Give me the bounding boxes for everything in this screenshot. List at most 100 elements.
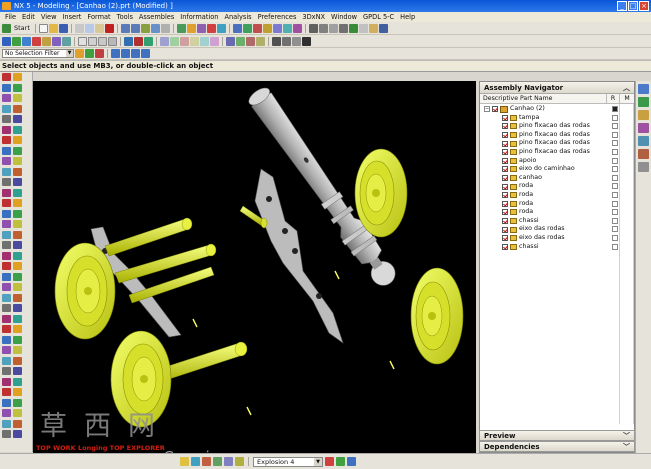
chevron-down-icon[interactable]: ﹀ (623, 442, 630, 452)
curve-tool-icon[interactable] (2, 367, 11, 375)
pocket-icon[interactable] (52, 36, 61, 46)
curve-tool-icon[interactable] (2, 125, 11, 134)
edit-feature-icon[interactable] (272, 36, 281, 46)
curve-tool-icon[interactable] (13, 220, 22, 228)
shell-icon[interactable] (180, 36, 189, 46)
visibility-checkbox[interactable] (502, 157, 508, 164)
curve-tool-icon[interactable] (13, 388, 22, 396)
tree-part-row[interactable]: roda (480, 182, 634, 191)
eixo-das-rodas-1[interactable] (104, 217, 193, 257)
curve-tool-icon[interactable] (2, 94, 11, 102)
visibility-checkbox[interactable] (492, 106, 498, 113)
curve-tool-icon[interactable] (2, 388, 11, 396)
palette-tab-icon[interactable] (638, 162, 649, 172)
snap-endpoint-icon[interactable] (111, 49, 120, 58)
column-descriptive-part-name[interactable]: Descriptive Part Name (480, 94, 607, 103)
curve-tool-icon[interactable] (13, 115, 22, 123)
variant-icon[interactable] (292, 23, 302, 33)
web-browser-tab-icon[interactable] (638, 136, 649, 146)
menu-analysis[interactable]: Analysis (221, 12, 254, 22)
tree-part-row[interactable]: pino fixacao das rodas (480, 122, 634, 131)
curve-tool-icon[interactable] (2, 157, 11, 165)
curve-tool-icon[interactable] (2, 398, 11, 407)
unexplode-icon[interactable] (213, 457, 222, 466)
fit-icon[interactable] (308, 23, 318, 33)
layer-icon[interactable] (176, 23, 186, 33)
curve-tool-icon[interactable] (2, 377, 11, 386)
curve-tool-icon[interactable] (13, 73, 22, 81)
visibility-checkbox[interactable] (502, 200, 508, 207)
visibility-checkbox[interactable] (502, 132, 508, 139)
show-in-explosion-icon[interactable] (336, 457, 345, 466)
suppress-icon[interactable] (292, 36, 301, 46)
datum-plane-icon[interactable] (226, 36, 235, 46)
curve-tool-icon[interactable] (13, 293, 22, 302)
curve-tool-icon[interactable] (2, 262, 11, 270)
filter-icon[interactable] (75, 49, 84, 58)
tree-part-row[interactable]: eixo do caminhao (480, 165, 634, 174)
curve-tool-icon[interactable] (2, 241, 11, 249)
curve-tool-icon[interactable] (2, 251, 11, 260)
curve-tool-icon[interactable] (2, 115, 11, 123)
visibility-checkbox[interactable] (502, 209, 508, 216)
repeat-icon[interactable] (140, 23, 150, 33)
delete-explosion-icon[interactable] (235, 457, 244, 466)
close-button[interactable]: × (639, 1, 649, 11)
tree-part-row[interactable]: roda (480, 191, 634, 200)
wcs-icon[interactable] (186, 23, 196, 33)
minimize-button[interactable]: _ (617, 1, 627, 11)
visibility-checkbox[interactable] (502, 192, 508, 199)
tracelines-icon[interactable] (224, 457, 233, 466)
curve-tool-icon[interactable] (2, 430, 11, 438)
open-icon[interactable] (48, 23, 58, 33)
cylinder-icon[interactable] (88, 36, 97, 46)
curve-tool-icon[interactable] (2, 73, 11, 81)
hide-icon[interactable] (150, 23, 160, 33)
curve-tool-icon[interactable] (2, 346, 11, 354)
rotate-icon[interactable] (328, 23, 338, 33)
revolve-icon[interactable] (22, 36, 31, 46)
column-r[interactable]: R (607, 94, 620, 103)
curve-tool-icon[interactable] (2, 230, 11, 239)
tree-part-row[interactable]: apoio (480, 157, 634, 166)
tree-root-canhao[interactable]: − Canhao (2) (480, 105, 634, 114)
copy-icon[interactable] (84, 23, 94, 33)
save-icon[interactable] (58, 23, 68, 33)
boss-icon[interactable] (42, 36, 51, 46)
assembly-navigator-tab-icon[interactable] (638, 84, 649, 94)
menu-gpdl[interactable]: GPDL 5-C (360, 12, 397, 22)
wheel-front-left[interactable] (54, 242, 116, 340)
start-button[interactable]: Start (12, 24, 32, 32)
pad-icon[interactable] (62, 36, 71, 46)
paste-icon[interactable] (94, 23, 104, 33)
intersect-icon[interactable] (144, 36, 153, 46)
curve-tool-icon[interactable] (13, 346, 22, 354)
subtract-icon[interactable] (134, 36, 143, 46)
wheel-front-right[interactable] (354, 148, 408, 238)
curve-tool-icon[interactable] (13, 398, 22, 407)
sphere-icon[interactable] (108, 36, 117, 46)
explosion-select[interactable]: Explosion 4 ▼ (253, 456, 323, 467)
curve-tool-icon[interactable] (2, 356, 11, 365)
assembly-icon[interactable] (232, 23, 242, 33)
curve-tool-icon[interactable] (2, 136, 11, 144)
tree-part-row[interactable]: roda (480, 208, 634, 217)
curve-tool-icon[interactable] (13, 251, 22, 260)
roles-tab-icon[interactable] (638, 149, 649, 159)
reposition-icon[interactable] (262, 23, 272, 33)
curve-tool-icon[interactable] (13, 146, 22, 155)
curve-tool-icon[interactable] (13, 283, 22, 291)
curve-tool-icon[interactable] (13, 83, 22, 92)
feature-params-icon[interactable] (282, 36, 291, 46)
curve-tool-icon[interactable] (13, 304, 22, 312)
menu-format[interactable]: Format (84, 12, 113, 22)
curve-tool-icon[interactable] (2, 409, 11, 417)
pattern-icon[interactable] (200, 36, 209, 46)
graphics-window[interactable] (33, 81, 476, 453)
visibility-checkbox[interactable] (502, 243, 508, 250)
view-icon[interactable] (368, 23, 378, 33)
curve-tool-icon[interactable] (13, 367, 22, 375)
column-m[interactable]: M (620, 94, 634, 103)
visibility-checkbox[interactable] (502, 183, 508, 190)
curve-tool-icon[interactable] (2, 146, 11, 155)
